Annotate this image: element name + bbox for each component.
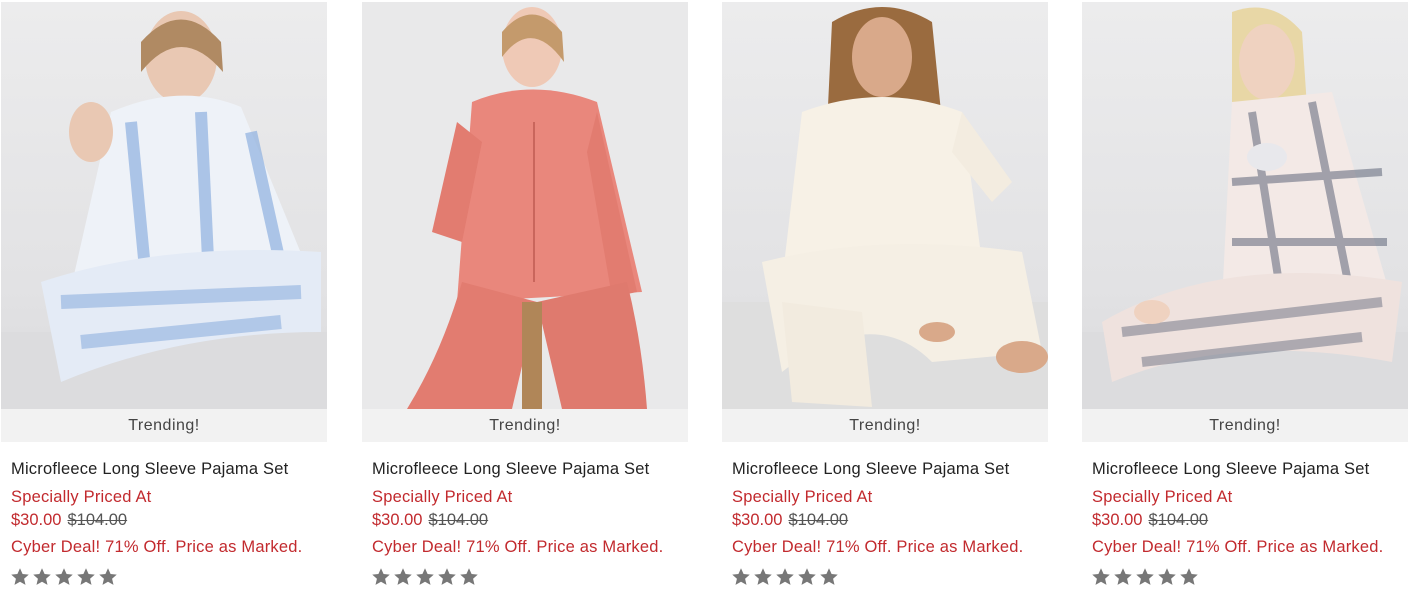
deal-text: Cyber Deal! 71% Off. Price as Marked. — [732, 538, 1024, 556]
product-name-link[interactable]: Microfleece Long Sleeve Pajama Set — [11, 460, 327, 479]
product-image[interactable] — [1, 2, 327, 409]
product-name-link[interactable]: Microfleece Long Sleeve Pajama Set — [1092, 460, 1408, 479]
star-icon — [1158, 568, 1176, 585]
star-icon — [1180, 568, 1198, 585]
model-photo-placeholder — [1082, 7, 1408, 409]
star-rating[interactable] — [731, 567, 1048, 587]
price-row: $30.00 $104.00 — [1092, 511, 1408, 530]
price-row: $30.00 $104.00 — [11, 511, 327, 530]
price-row: $30.00 $104.00 — [372, 511, 688, 530]
star-icon — [732, 568, 750, 585]
star-icon — [820, 568, 838, 585]
trending-badge: Trending! — [1082, 409, 1408, 442]
star-icon — [776, 568, 794, 585]
star-icon — [55, 568, 73, 585]
product-card[interactable]: Trending! Microfleece Long Sleeve Pajama… — [722, 2, 1048, 600]
star-icon — [394, 568, 412, 585]
model-photo-placeholder — [362, 2, 688, 409]
product-card[interactable]: Trending! Microfleece Long Sleeve Pajama… — [362, 2, 688, 600]
trending-badge: Trending! — [362, 409, 688, 442]
product-card[interactable]: Trending! Microfleece Long Sleeve Pajama… — [1, 2, 327, 600]
deal-text: Cyber Deal! 71% Off. Price as Marked. — [1092, 538, 1384, 556]
product-image[interactable] — [722, 2, 1048, 409]
star-icon — [33, 568, 51, 585]
star-icon — [754, 568, 772, 585]
promo-label: Specially Priced At — [732, 488, 873, 506]
model-photo-placeholder — [1, 11, 327, 409]
star-icon — [416, 568, 434, 585]
promo-label: Specially Priced At — [11, 488, 152, 506]
trending-badge: Trending! — [722, 409, 1048, 442]
promo-label: Specially Priced At — [1092, 488, 1233, 506]
star-icon — [99, 568, 117, 585]
product-image[interactable] — [362, 2, 688, 409]
price-row: $30.00 $104.00 — [732, 511, 1048, 530]
product-image[interactable] — [1082, 2, 1408, 409]
original-price: $104.00 — [1148, 511, 1209, 529]
product-name-link[interactable]: Microfleece Long Sleeve Pajama Set — [732, 460, 1048, 479]
star-icon — [798, 568, 816, 585]
star-icon — [1136, 568, 1154, 585]
sale-price: $30.00 — [1092, 511, 1143, 529]
promo-label: Specially Priced At — [372, 488, 513, 506]
deal-text: Cyber Deal! 71% Off. Price as Marked. — [372, 538, 664, 556]
product-name-link[interactable]: Microfleece Long Sleeve Pajama Set — [372, 460, 688, 479]
star-rating[interactable] — [1091, 567, 1408, 587]
star-icon — [11, 568, 29, 585]
star-rating[interactable] — [371, 567, 688, 587]
product-card[interactable]: Trending! Microfleece Long Sleeve Pajama… — [1082, 2, 1408, 600]
star-icon — [438, 568, 456, 585]
star-icon — [460, 568, 478, 585]
star-icon — [1092, 568, 1110, 585]
original-price: $104.00 — [67, 511, 128, 529]
sale-price: $30.00 — [372, 511, 423, 529]
star-rating[interactable] — [10, 567, 327, 587]
deal-text: Cyber Deal! 71% Off. Price as Marked. — [11, 538, 303, 556]
model-photo-placeholder — [722, 7, 1048, 409]
original-price: $104.00 — [428, 511, 489, 529]
star-icon — [77, 568, 95, 585]
star-icon — [372, 568, 390, 585]
trending-badge: Trending! — [1, 409, 327, 442]
star-icon — [1114, 568, 1132, 585]
sale-price: $30.00 — [11, 511, 62, 529]
sale-price: $30.00 — [732, 511, 783, 529]
product-grid: Trending! Microfleece Long Sleeve Pajama… — [0, 0, 1409, 600]
original-price: $104.00 — [788, 511, 849, 529]
